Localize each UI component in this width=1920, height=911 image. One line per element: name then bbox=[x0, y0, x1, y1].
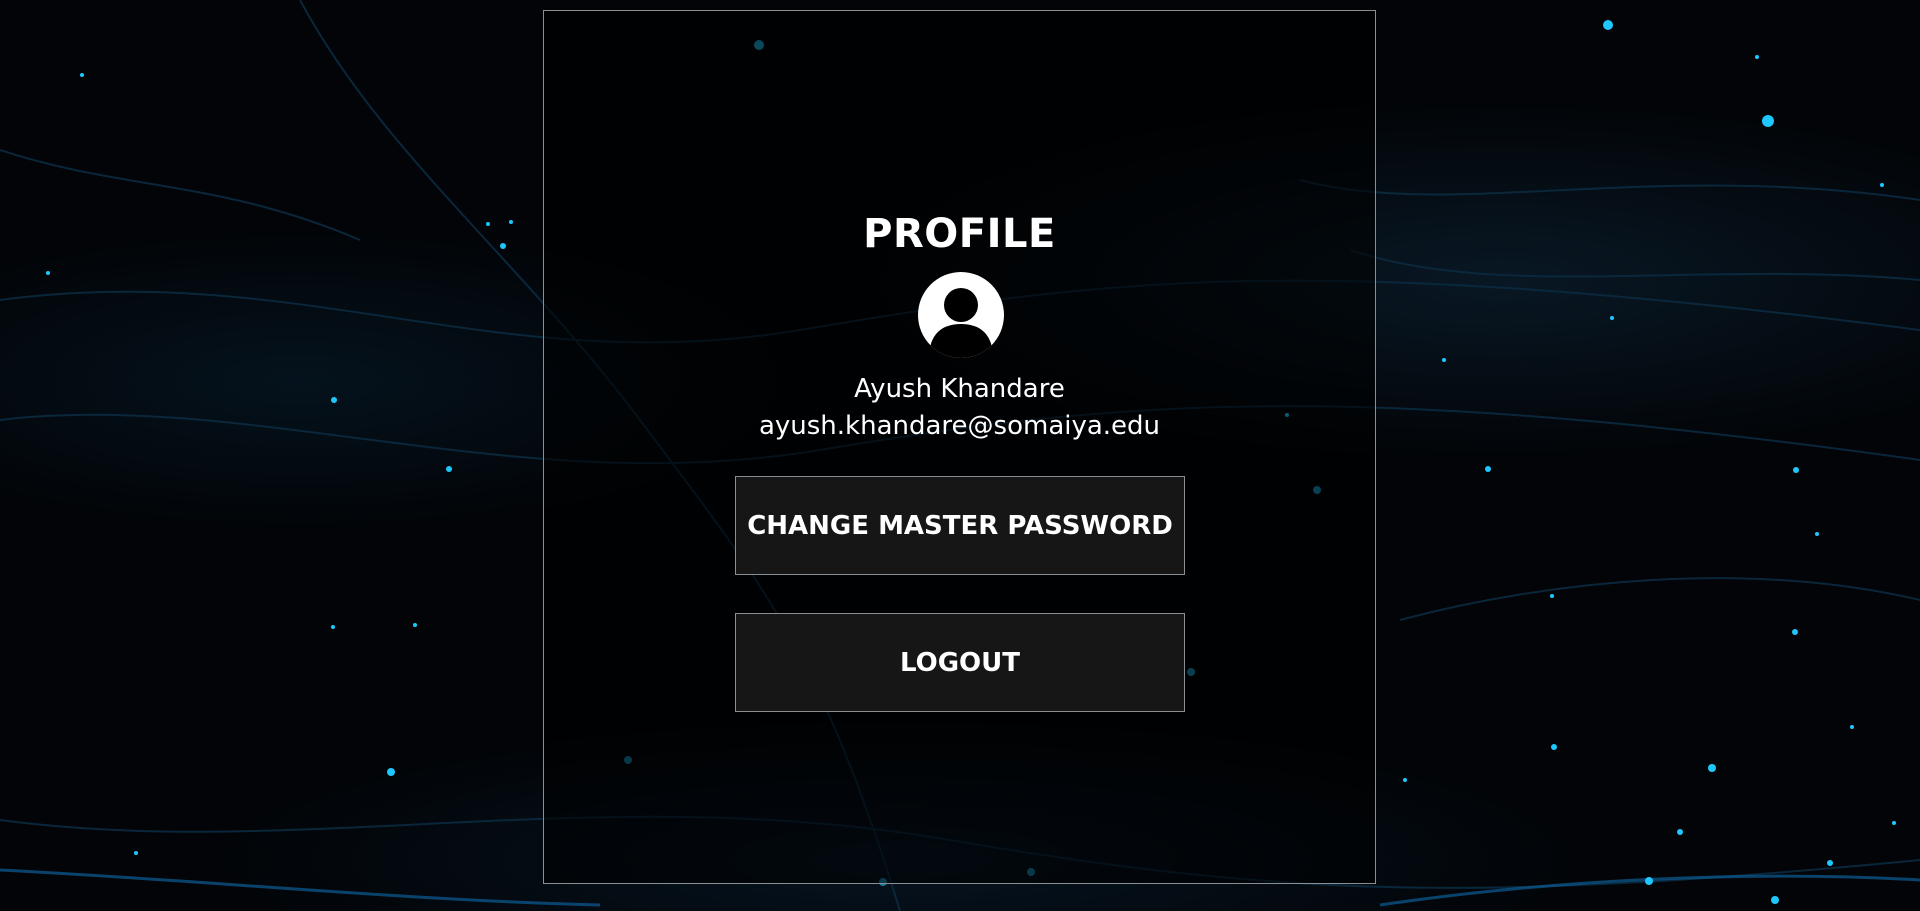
user-silhouette-icon bbox=[929, 288, 993, 358]
logout-label: LOGOUT bbox=[899, 647, 1021, 678]
change-master-password-button[interactable]: CHANGE MASTER PASSWORD bbox=[735, 476, 1185, 575]
logout-button[interactable]: LOGOUT bbox=[735, 613, 1185, 712]
change-master-password-label: CHANGE MASTER PASSWORD bbox=[747, 510, 1173, 541]
user-email: ayush.khandare@somaiya.edu bbox=[758, 411, 1161, 441]
page-title: PROFILE bbox=[863, 211, 1056, 257]
user-avatar-icon bbox=[918, 272, 1004, 358]
profile-card: PROFILE Ayush Khandare ayush.khandare@so… bbox=[543, 10, 1376, 884]
user-name: Ayush Khandare bbox=[854, 374, 1065, 404]
